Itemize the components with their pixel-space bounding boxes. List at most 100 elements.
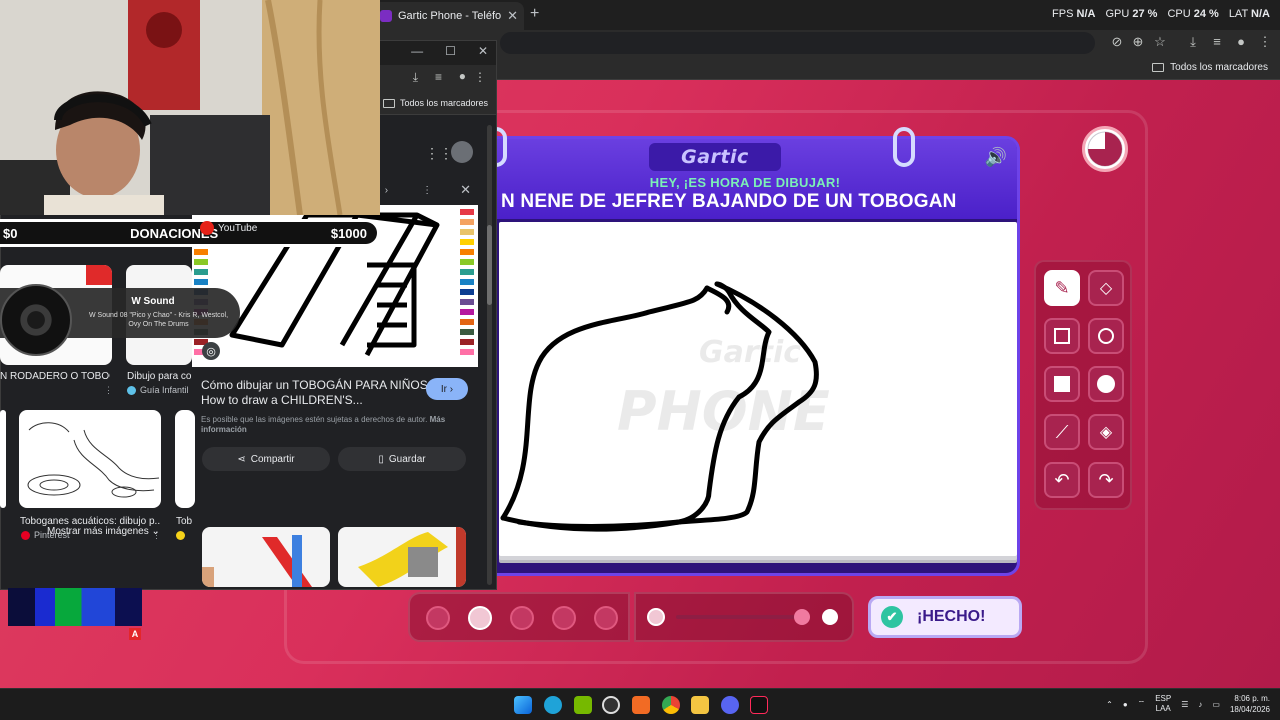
brush-size-4[interactable] (552, 606, 576, 630)
undo-icon: ↶ (1054, 469, 1070, 490)
lens-icon[interactable]: ◎ (202, 342, 220, 360)
rectangle-fill-tool-button[interactable] (1044, 366, 1080, 402)
media-control-icon[interactable]: ≡ (1208, 34, 1226, 49)
preview-more-icon[interactable]: ⋮ (422, 185, 432, 196)
layout-code: LAA (1155, 704, 1171, 713)
opacity-slider[interactable] (636, 594, 852, 640)
eraser-icon: ◇ (1099, 280, 1113, 297)
circle-fill-tool-button[interactable] (1088, 366, 1124, 402)
obs-icon[interactable] (602, 696, 620, 714)
square-filled-icon (1054, 376, 1070, 392)
line-tool-button[interactable]: ⟋ (1044, 414, 1080, 450)
copyright-note: Es posible que las imágenes estén sujeta… (201, 415, 463, 435)
show-more-images-label: Mostrar más imágenes (47, 526, 149, 537)
profile-avatar-icon[interactable]: ● (459, 69, 466, 83)
square-outline-icon (1054, 328, 1070, 344)
result-more-icon[interactable]: ⋮ (104, 385, 113, 396)
opacity-track (676, 615, 806, 619)
media-app-icon[interactable] (632, 696, 650, 714)
fill-bucket-tool-button[interactable]: ◈ (1088, 414, 1124, 450)
opacity-thumb[interactable] (794, 609, 810, 625)
preview-next-icon[interactable]: › (385, 185, 388, 196)
result-image-edge[interactable] (0, 410, 6, 508)
undo-button[interactable]: ↶ (1044, 462, 1080, 498)
visit-button[interactable]: Ir › (426, 378, 468, 400)
maximize-icon[interactable]: ☐ (445, 44, 456, 58)
close-window-icon[interactable]: ✕ (478, 44, 488, 58)
result-title-1[interactable]: N RODADERO O TOBOG... (0, 371, 110, 382)
circle-outline-tool-button[interactable] (1088, 318, 1124, 354)
brush-size-5[interactable] (594, 606, 618, 630)
download-icon[interactable]: ⤓ (1184, 34, 1202, 50)
redo-button[interactable]: ↷ (1088, 462, 1124, 498)
circle-filled-icon (1097, 375, 1115, 393)
account-avatar[interactable] (451, 141, 473, 163)
all-bookmarks-button[interactable]: Todos los marcadores (382, 98, 488, 108)
all-bookmarks-button[interactable]: Todos los marcadores (1152, 62, 1268, 73)
eraser-tool-button[interactable]: ◇ (1088, 270, 1124, 306)
bookmark-star-icon[interactable]: ☆ (1151, 34, 1169, 50)
fps-value: N/A (1076, 8, 1096, 20)
volume-icon[interactable]: ♪ (1198, 700, 1202, 709)
input-language[interactable]: ESP LAA (1155, 694, 1171, 714)
edge-icon[interactable] (544, 696, 562, 714)
chrome-icon[interactable] (662, 696, 680, 714)
apps-grid-icon[interactable]: ⋮⋮ (425, 145, 453, 162)
related-image-1[interactable] (202, 527, 330, 587)
donations-min: $0 (3, 225, 18, 241)
youtube-label-overlay: YouTube (200, 221, 257, 235)
preview-title[interactable]: Cómo dibujar un TOBOGÁN PARA NIÑOS / How… (201, 378, 441, 408)
done-label: ¡HECHO! (917, 608, 986, 625)
result-image-4[interactable] (175, 410, 195, 508)
tab-close-icon[interactable]: ✕ (507, 8, 518, 24)
wifi-icon[interactable]: ☰ (1181, 700, 1188, 709)
share-button[interactable]: ⋖ Compartir (202, 447, 330, 471)
result-title-4[interactable]: Tob (176, 516, 194, 527)
tiktok-icon[interactable] (750, 696, 768, 714)
media-control-icon[interactable]: ≡ (435, 70, 442, 84)
result-image-3[interactable] (19, 410, 161, 508)
result-title-2[interactable]: Dibujo para col (127, 371, 191, 382)
nvidia-icon[interactable] (574, 696, 592, 714)
save-button[interactable]: ▯ Guardar (338, 447, 466, 471)
battery-icon[interactable]: ▭ (1212, 700, 1220, 709)
start-windows-icon[interactable] (514, 696, 532, 714)
share-icon: ⋖ (237, 453, 246, 465)
discord-icon[interactable] (721, 696, 739, 714)
tool-palette: ✎ ◇ ⟋ ◈ ↶ ↷ (1034, 260, 1132, 510)
mute-site-icon[interactable]: ⊘ (1108, 34, 1126, 50)
clock-date: 18/04/2026 (1229, 705, 1270, 714)
windows-taskbar: ⌃ ● ⌔ ESP LAA ☰ ♪ ▭ 8:06 p. m. 18/04/202… (0, 688, 1280, 720)
brush-size-1[interactable] (426, 606, 450, 630)
browser-menu-icon[interactable]: ⋮ (474, 70, 486, 84)
results-scrollbar[interactable] (487, 125, 492, 585)
network-icon[interactable]: ⌔ (1138, 699, 1146, 709)
address-bar[interactable] (500, 32, 1095, 54)
scroll-thumb[interactable] (487, 225, 492, 305)
opacity-slider-panel (634, 592, 854, 642)
pencil-tool-button[interactable]: ✎ (1044, 270, 1080, 306)
speaker-icon[interactable]: 🔊 (985, 147, 1007, 168)
minimize-icon[interactable]: — (411, 44, 423, 58)
guia-infantil-icon (127, 385, 136, 395)
drawing-canvas[interactable]: Gartic PHONE (499, 222, 1017, 556)
result-image-1-art (86, 265, 112, 285)
now-playing-widget: W Sound W Sound 08 "Pico y Chao" - Kris … (0, 284, 240, 356)
new-tab-button[interactable]: + (530, 5, 539, 23)
tray-expand-icon[interactable]: ⌃ (1106, 700, 1113, 709)
brush-size-2[interactable] (468, 606, 492, 630)
tab-gartic[interactable]: Gartic Phone - Teléfono Descon ✕ (372, 2, 524, 30)
brush-size-3[interactable] (510, 606, 534, 630)
file-explorer-icon[interactable] (691, 696, 709, 714)
browser-menu-icon[interactable]: ⋮ (1256, 34, 1274, 50)
preview-close-icon[interactable]: ✕ (460, 182, 471, 198)
taskbar-clock[interactable]: 8:06 p. m. 18/04/2026 (1230, 693, 1270, 715)
rectangle-outline-tool-button[interactable] (1044, 318, 1080, 354)
download-icon[interactable]: ⤓ (413, 70, 418, 85)
tray-app-icon[interactable]: ● (1123, 700, 1128, 709)
related-image-2[interactable] (338, 527, 466, 587)
zoom-icon[interactable]: ⊕ (1129, 34, 1147, 50)
show-more-images-button[interactable]: Mostrar más imágenes ⌄ (47, 526, 160, 537)
done-button[interactable]: ✔ ¡HECHO! (868, 596, 1022, 638)
profile-avatar-icon[interactable]: ● (1232, 34, 1250, 49)
